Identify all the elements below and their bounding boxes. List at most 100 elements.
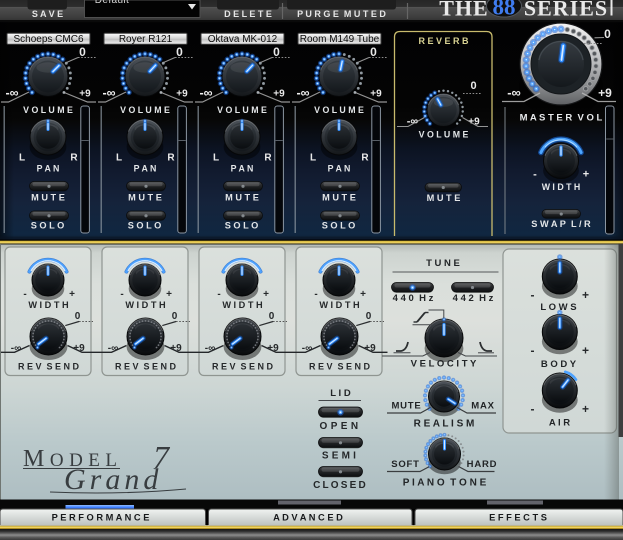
svg-text:L: L xyxy=(213,153,219,164)
svg-text:W I D T H: W I D T H xyxy=(319,300,360,310)
svg-text:M U T E: M U T E xyxy=(225,193,259,203)
svg-text:+: + xyxy=(360,289,366,300)
svg-text:+9: +9 xyxy=(370,89,382,100)
svg-text:A I R: A I R xyxy=(549,418,570,429)
svg-text:P A N: P A N xyxy=(37,164,60,174)
svg-text:THE: THE xyxy=(439,0,488,21)
svg-text:+9: +9 xyxy=(598,86,612,100)
svg-text:M U T E: M U T E xyxy=(322,193,356,203)
svg-text:0: 0 xyxy=(370,45,377,59)
svg-text:0: 0 xyxy=(366,311,372,322)
svg-text:M U T E: M U T E xyxy=(31,193,65,203)
svg-text:+9: +9 xyxy=(79,89,91,100)
svg-text:P E R F O R M A N C E: P E R F O R M A N C E xyxy=(52,513,150,523)
svg-text:R E V S E N D: R E V S E N D xyxy=(18,362,80,372)
svg-text:W I D T H: W I D T H xyxy=(222,300,263,310)
svg-text:0: 0 xyxy=(176,45,183,59)
svg-text:0: 0 xyxy=(172,311,178,322)
svg-text:4 4 0 H z: 4 4 0 H z xyxy=(393,293,434,304)
svg-text:R: R xyxy=(361,153,369,164)
svg-text:-: - xyxy=(531,402,535,416)
svg-text:V O L U M E: V O L U M E xyxy=(419,130,469,140)
svg-text:R: R xyxy=(70,153,78,164)
svg-text:D E L E T E: D E L E T E xyxy=(224,9,272,19)
svg-text:-: - xyxy=(217,289,220,300)
svg-text:L I D: L I D xyxy=(330,388,351,399)
svg-text:+: + xyxy=(583,169,589,181)
svg-text:+: + xyxy=(582,288,589,302)
svg-text:S A V E: S A V E xyxy=(32,9,63,19)
svg-text:Schoeps CMC6: Schoeps CMC6 xyxy=(13,34,83,45)
svg-text:S O L O: S O L O xyxy=(225,221,259,231)
svg-text:-: - xyxy=(314,289,317,300)
svg-text:M U T E: M U T E xyxy=(128,193,162,203)
svg-text:4 4 2 H z: 4 4 2 H z xyxy=(453,293,494,304)
svg-text:S O L O: S O L O xyxy=(31,221,65,231)
svg-text:-: - xyxy=(533,169,537,181)
svg-text:W I D T H: W I D T H xyxy=(28,300,69,310)
svg-text:M A S T E R V O L: M A S T E R V O L xyxy=(520,113,603,124)
svg-text:SERIES: SERIES xyxy=(524,0,608,21)
svg-text:V E L O C I T Y: V E L O C I T Y xyxy=(411,359,477,370)
svg-text:HARD: HARD xyxy=(467,459,498,470)
svg-text:V O L U M E: V O L U M E xyxy=(120,105,170,115)
svg-text:S O L O: S O L O xyxy=(128,221,162,231)
svg-text:Royer R121: Royer R121 xyxy=(119,34,173,45)
svg-text:SEMI: SEMI xyxy=(322,451,359,462)
svg-text:Grand: Grand xyxy=(64,463,162,496)
svg-text:+: + xyxy=(582,402,589,416)
svg-text:Default: Default xyxy=(95,0,130,6)
svg-text:0: 0 xyxy=(470,80,476,92)
svg-text:MUTE: MUTE xyxy=(391,401,421,412)
svg-text:W I D T H: W I D T H xyxy=(542,182,581,192)
svg-text:L: L xyxy=(116,153,122,164)
svg-text:B O D Y: B O D Y xyxy=(541,359,577,370)
svg-text:-: - xyxy=(531,344,535,358)
svg-text:0: 0 xyxy=(79,45,86,59)
svg-text:V O L U M E: V O L U M E xyxy=(217,105,267,115)
svg-text:R E V S E N D: R E V S E N D xyxy=(115,362,177,372)
svg-text:R: R xyxy=(264,153,272,164)
svg-text:R E A L I S M: R E A L I S M xyxy=(414,419,475,430)
svg-text:P A N: P A N xyxy=(328,164,351,174)
svg-text:R E V S E N D: R E V S E N D xyxy=(212,362,274,372)
svg-text:CLOSED: CLOSED xyxy=(313,480,368,491)
svg-text:Oktava MK-012: Oktava MK-012 xyxy=(208,34,278,45)
svg-text:P I A N O T O N E: P I A N O T O N E xyxy=(403,478,487,489)
svg-text:T U N E: T U N E xyxy=(426,258,460,269)
svg-text:SOFT: SOFT xyxy=(391,459,420,470)
svg-text:MAX: MAX xyxy=(471,401,495,412)
svg-text:L: L xyxy=(19,153,25,164)
svg-text:-: - xyxy=(23,289,26,300)
svg-text:P A N: P A N xyxy=(231,164,254,174)
svg-text:V O L U M E: V O L U M E xyxy=(23,105,73,115)
svg-text:+: + xyxy=(69,289,75,300)
svg-text:+: + xyxy=(582,344,589,358)
svg-text:0: 0 xyxy=(269,311,275,322)
svg-text:E F F E C T S: E F F E C T S xyxy=(489,513,547,523)
svg-text:S O L O: S O L O xyxy=(322,221,356,231)
svg-text:88: 88 xyxy=(493,0,516,20)
svg-text:0: 0 xyxy=(273,45,280,59)
svg-text:R: R xyxy=(167,153,175,164)
svg-text:0: 0 xyxy=(604,27,611,41)
svg-text:R E V E R B: R E V E R B xyxy=(418,36,469,46)
svg-text:L: L xyxy=(310,153,316,164)
svg-text:+9: +9 xyxy=(176,89,188,100)
svg-text:-∞: -∞ xyxy=(507,85,521,100)
svg-text:0: 0 xyxy=(75,311,81,322)
svg-text:P U R G E M U T E D: P U R G E M U T E D xyxy=(297,9,386,19)
svg-text:P A N: P A N xyxy=(134,164,157,174)
svg-text:M U T E: M U T E xyxy=(427,193,461,203)
svg-text:R E V S E N D: R E V S E N D xyxy=(309,362,371,372)
svg-text:S W A P L / R: S W A P L / R xyxy=(531,219,591,229)
svg-text:A D V A N C E D: A D V A N C E D xyxy=(273,513,343,523)
svg-text:+: + xyxy=(263,289,269,300)
svg-text:W I D T H: W I D T H xyxy=(125,300,166,310)
svg-text:OPEN: OPEN xyxy=(320,421,362,432)
svg-text:+9: +9 xyxy=(273,89,285,100)
svg-text:L O W S: L O W S xyxy=(540,302,576,313)
svg-text:-: - xyxy=(120,289,123,300)
svg-text:Room M149 Tube: Room M149 Tube xyxy=(300,34,380,45)
svg-text:+: + xyxy=(166,289,172,300)
